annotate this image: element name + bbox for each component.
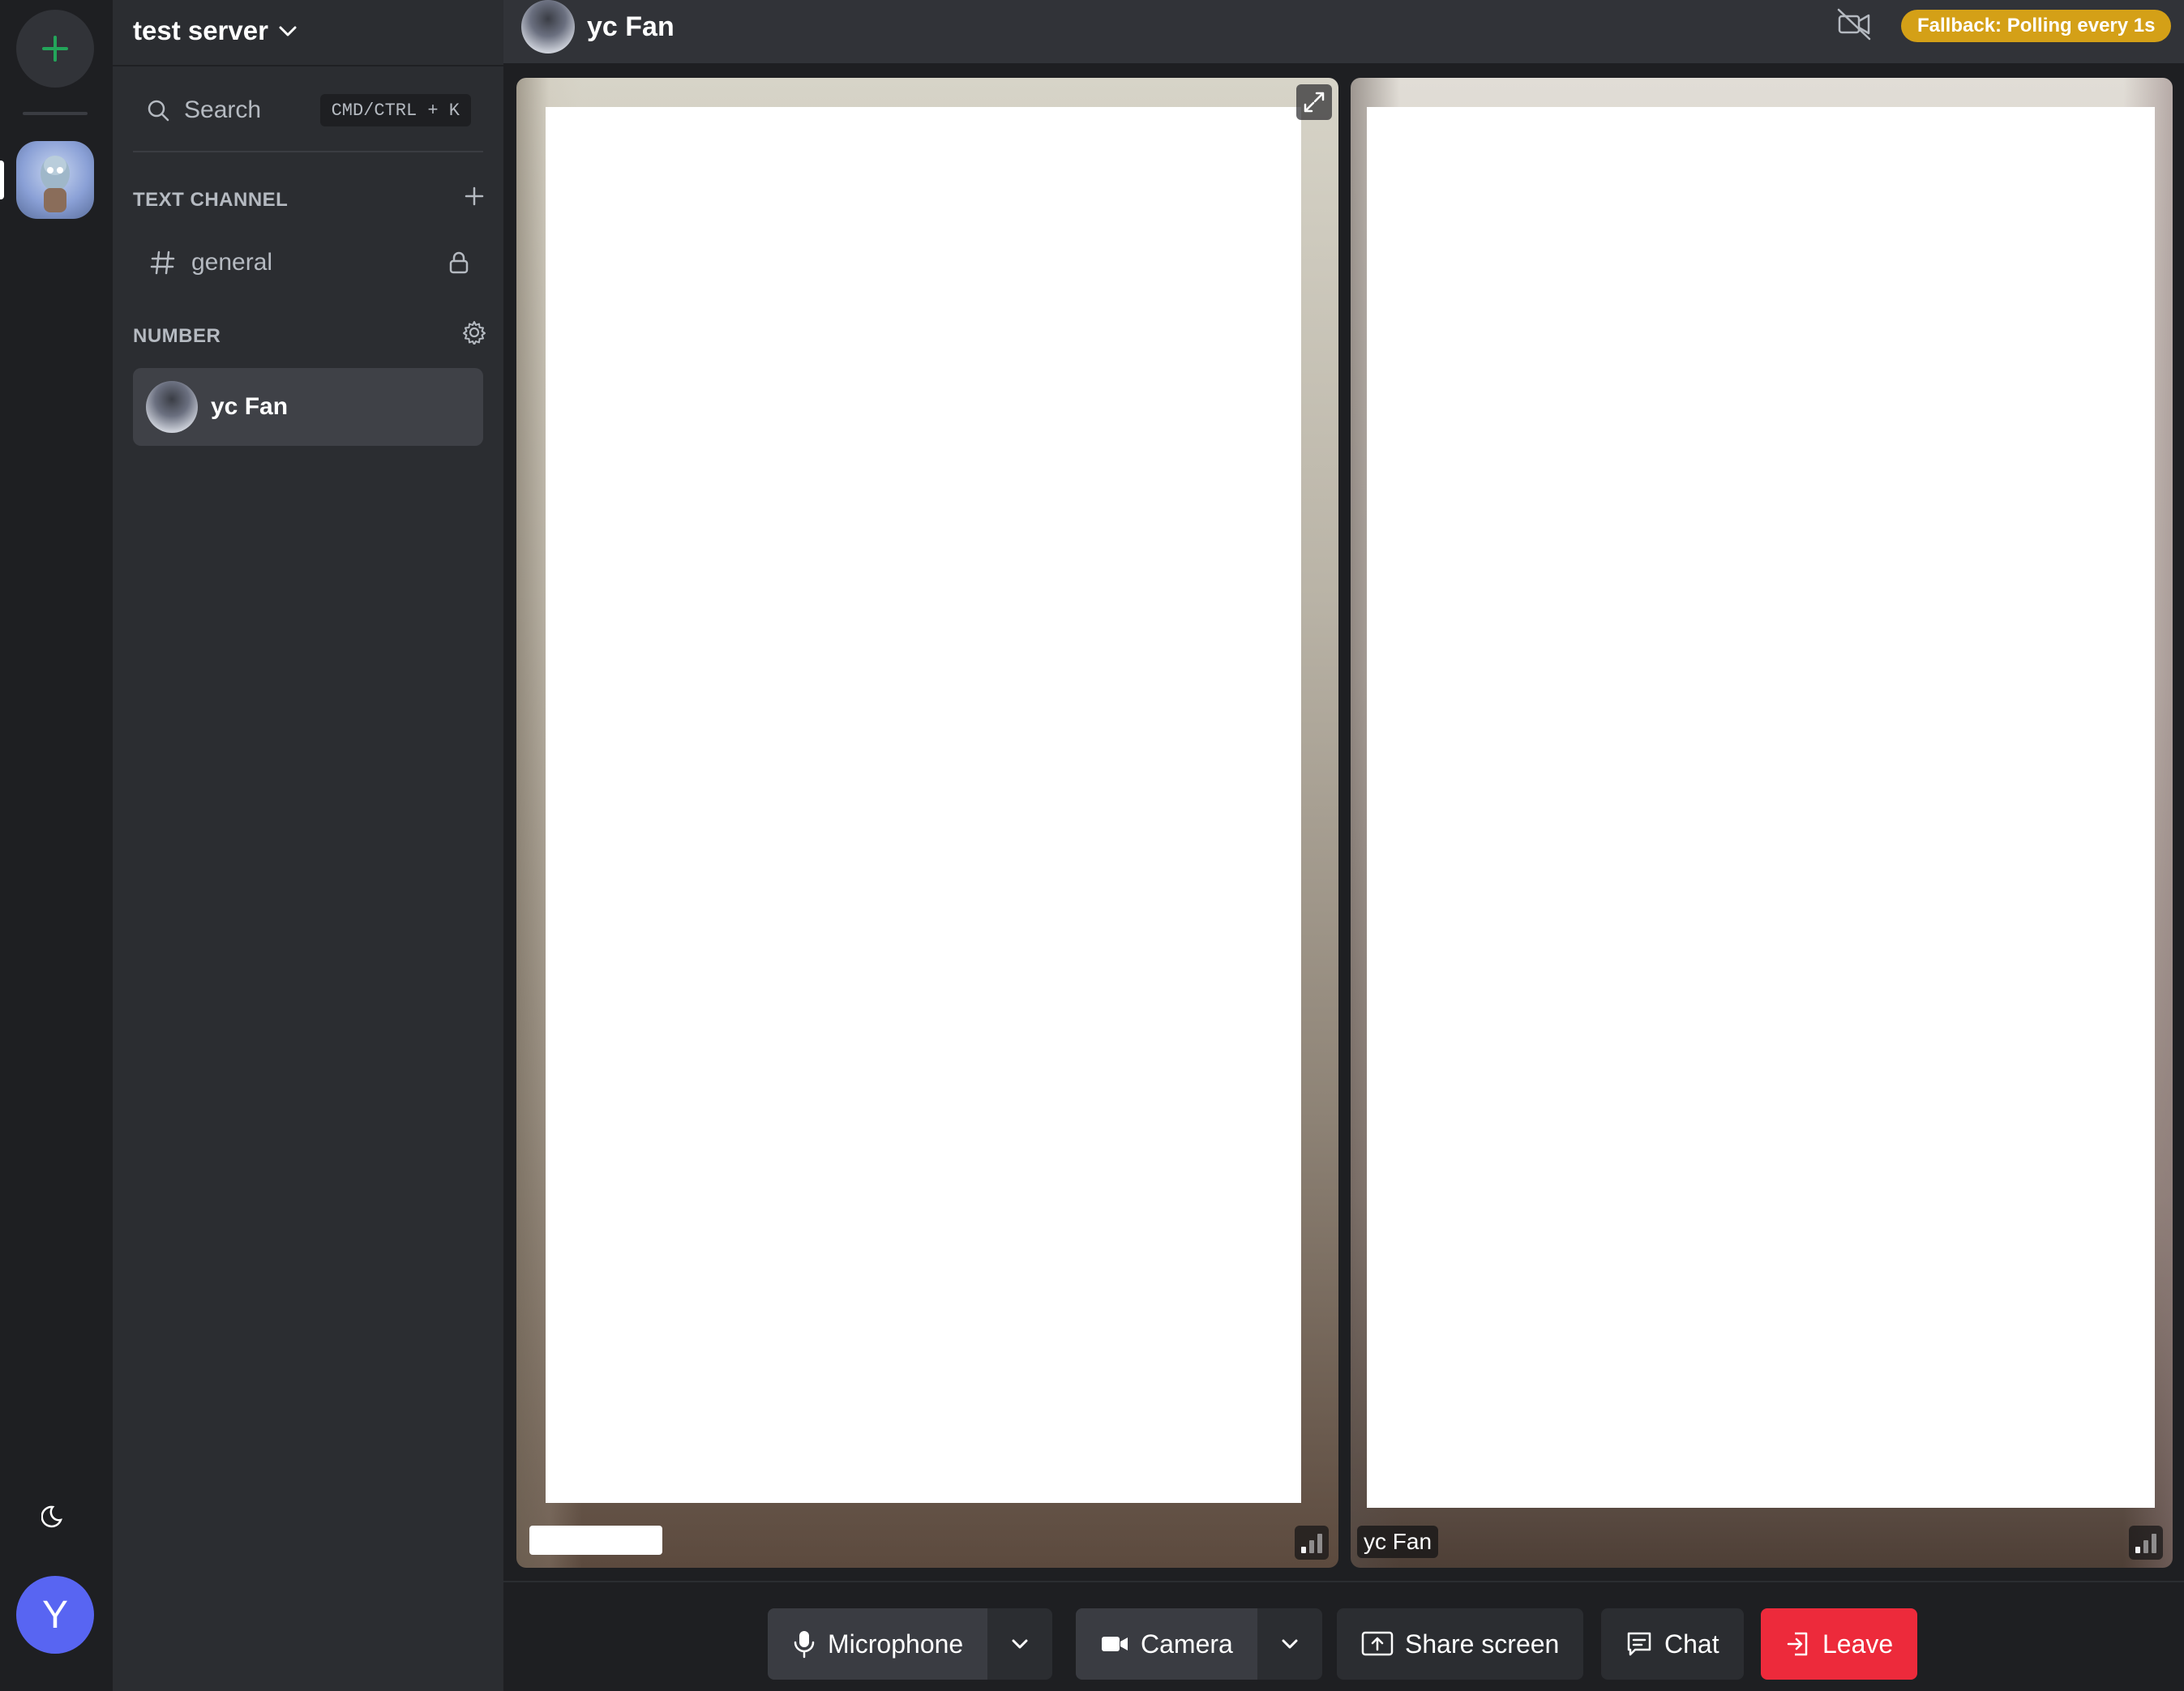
search-button[interactable]: Search CMD/CTRL + K [145,86,484,135]
server-rail: Y [0,0,113,1691]
camera-control: Camera [1076,1608,1322,1680]
server-icon-test-server[interactable] [16,141,94,219]
channel-sidebar: test server Search CMD/CTRL + K TEXT CHA… [113,0,503,1691]
section-title-number: NUMBER [133,325,221,347]
video-tile-local[interactable] [516,78,1338,1568]
participant-name-tag-redacted [529,1526,662,1555]
member-item-yc-fan[interactable]: yc Fan [133,368,483,446]
member-name: yc Fan [211,393,289,420]
share-screen-button[interactable]: Share screen [1337,1608,1584,1680]
share-screen-label: Share screen [1405,1629,1560,1659]
theme-toggle-button[interactable] [37,1498,73,1534]
header-divider [113,65,503,66]
participant-name-tag: yc Fan [1357,1526,1439,1558]
section-title-text-channel: TEXT CHANNEL [133,189,289,211]
user-avatar-button[interactable]: Y [16,1576,94,1654]
microphone-button[interactable]: Microphone [768,1608,988,1680]
main-area: yc Fan Fallback: Polling every 1s yc Fan… [503,0,2184,1691]
video-tile-remote[interactable]: yc Fan [1351,78,2173,1568]
top-bar: yc Fan Fallback: Polling every 1s [503,0,2184,63]
leave-label: Leave [1822,1629,1894,1659]
status-badge: Fallback: Polling every 1s [1901,10,2172,42]
call-control-bar: Microphone Camera Share screen Chat Leav… [503,1581,2184,1691]
chevron-down-icon [279,26,297,36]
member-settings-button[interactable] [461,319,487,345]
avatar [146,381,198,433]
server-avatar-image [41,156,70,212]
camera-label: Camera [1141,1629,1233,1659]
share-screen-icon [1361,1630,1394,1658]
video-redaction-block [546,107,1301,1503]
chevron-down-icon [1282,1639,1298,1649]
app-window: Y test server Search CMD/CTRL + K TEXT C… [0,0,2184,1691]
search-divider [133,151,483,152]
hashtag-icon [150,250,175,275]
search-icon [148,100,169,122]
search-label: Search [184,96,262,123]
server-header-dropdown[interactable]: test server [133,8,299,54]
rail-divider [23,112,88,115]
leave-button[interactable]: Leave [1761,1608,1918,1680]
camera-icon [1100,1633,1129,1655]
expand-icon [1304,92,1325,113]
microphone-control: Microphone [768,1608,1053,1680]
moon-icon [41,1505,62,1528]
plus-icon [42,36,68,62]
active-server-indicator [0,161,4,199]
chevron-down-icon [1012,1639,1028,1649]
channel-item-general[interactable]: general [133,237,483,289]
gear-icon [463,321,486,345]
microphone-icon [792,1629,816,1659]
microphone-label: Microphone [828,1629,964,1659]
leave-icon [1785,1630,1811,1658]
page-title: yc Fan [587,11,674,42]
channel-name: general [191,249,273,276]
server-name: test server [133,15,268,45]
connection-quality-icon [2129,1526,2163,1560]
chat-label: Chat [1664,1629,1719,1659]
camera-options-button[interactable] [1257,1608,1322,1680]
connection-quality-icon [1295,1526,1329,1560]
camera-button[interactable]: Camera [1076,1608,1257,1680]
microphone-options-button[interactable] [987,1608,1052,1680]
video-redaction-block [1367,107,2155,1508]
add-channel-button[interactable] [461,183,487,209]
search-shortcut: CMD/CTRL + K [319,94,471,126]
lock-icon [446,250,472,280]
chat-icon [1625,1630,1653,1658]
avatar [521,0,575,54]
fullscreen-button[interactable] [1296,84,1332,120]
plus-icon [465,186,484,206]
add-server-button[interactable] [16,10,94,88]
camera-off-icon [1835,5,1874,48]
chat-button[interactable]: Chat [1601,1608,1744,1680]
user-initial: Y [41,1593,68,1637]
